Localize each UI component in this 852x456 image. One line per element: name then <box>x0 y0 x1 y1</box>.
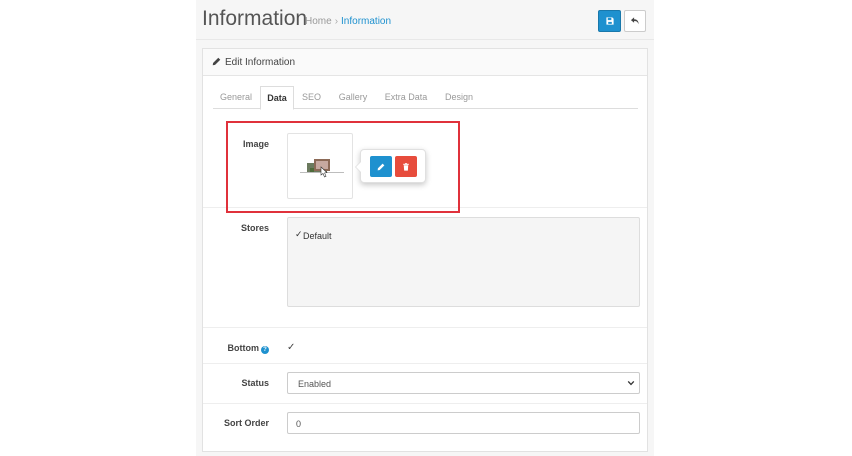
breadcrumb-current[interactable]: Information <box>341 16 391 27</box>
tab-design[interactable]: Design <box>437 86 481 109</box>
store-default-label: Default <box>303 231 332 241</box>
bottom-label: Bottom? <box>203 343 269 354</box>
panel-heading: Edit Information <box>203 49 647 76</box>
sort-order-value: 0 <box>296 419 302 429</box>
tab-data[interactable]: Data <box>260 86 294 110</box>
stores-list: ✓ Default <box>287 217 640 307</box>
tab-seo[interactable]: SEO <box>295 86 328 109</box>
pencil-icon <box>212 57 221 66</box>
image-label: Image <box>242 139 269 149</box>
row-divider <box>203 363 647 364</box>
bottom-checkbox[interactable]: ✓ <box>287 342 295 353</box>
back-button[interactable] <box>624 10 646 32</box>
breadcrumb-separator: › <box>334 16 339 27</box>
row-divider <box>203 403 647 404</box>
pencil-icon <box>377 163 385 170</box>
sort-order-label: Sort Order <box>223 418 269 428</box>
tab-extra-data[interactable]: Extra Data <box>378 86 434 109</box>
panel-title: Edit Information <box>225 57 296 68</box>
row-divider <box>203 327 647 328</box>
tab-bar: General Data SEO Gallery Extra Data Desi… <box>213 86 638 110</box>
row-divider <box>203 207 647 208</box>
image-action-popover <box>355 149 426 183</box>
status-label: Status <box>241 378 269 388</box>
page-title: Information <box>202 7 308 30</box>
edit-information-panel: Edit Information General Data SEO Galler… <box>202 48 648 452</box>
breadcrumb-home[interactable]: Home <box>305 16 332 27</box>
help-icon[interactable]: ? <box>261 346 269 354</box>
bottom-label-text: Bottom <box>227 343 260 353</box>
save-icon <box>605 17 614 25</box>
store-default-checkbox[interactable]: ✓ <box>295 229 303 240</box>
content-area: Information Home › Information Edit Inform… <box>196 0 654 456</box>
save-button[interactable] <box>598 10 621 32</box>
status-select[interactable]: Enabled <box>287 372 640 394</box>
trash-icon <box>403 162 409 171</box>
reply-icon <box>630 17 639 25</box>
status-select-value: Enabled <box>298 379 332 389</box>
placeholder-image-icon <box>300 159 344 178</box>
tab-gallery[interactable]: Gallery <box>331 86 375 109</box>
edit-image-button[interactable] <box>370 156 392 177</box>
delete-image-button[interactable] <box>395 156 417 177</box>
breadcrumb: Home › Information <box>305 16 391 27</box>
sort-order-input[interactable]: 0 <box>287 412 640 434</box>
image-thumbnail[interactable] <box>287 133 353 199</box>
tab-general[interactable]: General <box>213 86 259 109</box>
stores-label: Stores <box>240 223 269 233</box>
page-header: Information Home › Information <box>196 0 654 40</box>
chevron-down-icon <box>627 380 635 386</box>
